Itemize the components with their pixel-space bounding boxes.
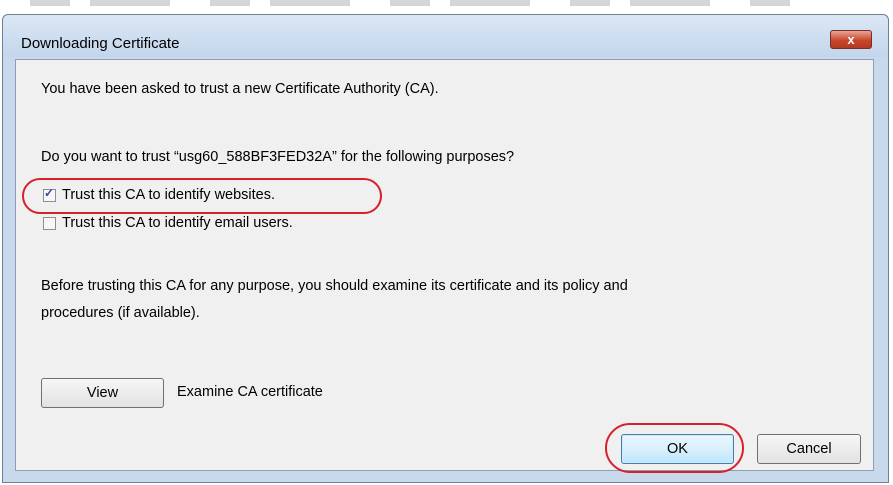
ok-button[interactable]: OK [621,434,734,464]
checkbox-identify-email[interactable] [43,216,56,230]
close-button[interactable]: x [830,30,872,49]
dialog-body: You have been asked to trust a new Certi… [15,59,874,473]
checkbox-label-websites: Trust this CA to identify websites. [62,187,276,203]
view-button[interactable]: View [41,378,164,408]
advice-text-line2: procedures (if available). [41,305,200,321]
checkbox-identify-websites[interactable]: ✓ [43,185,56,202]
option-identify-email[interactable]: Trust this CA to identify email users. [43,213,293,233]
advice-text-line1: Before trusting this CA for any purpose,… [41,278,628,294]
check-icon: ✓ [44,185,55,200]
question-text: Do you want to trust “usg60_588BF3FED32A… [41,149,515,165]
close-icon: x [847,32,855,47]
view-description: Examine CA certificate [177,384,323,400]
option-identify-websites[interactable]: ✓ Trust this CA to identify websites. [43,185,275,205]
dialog-window: Downloading Certificate x You have been … [2,14,889,483]
background-page-fragment [30,0,790,6]
checkbox-label-email: Trust this CA to identify email users. [62,215,293,231]
title-bar[interactable]: Downloading Certificate x [3,15,888,57]
dialog-title: Downloading Certificate [21,35,180,52]
cancel-button[interactable]: Cancel [757,434,861,464]
intro-text: You have been asked to trust a new Certi… [41,81,439,97]
